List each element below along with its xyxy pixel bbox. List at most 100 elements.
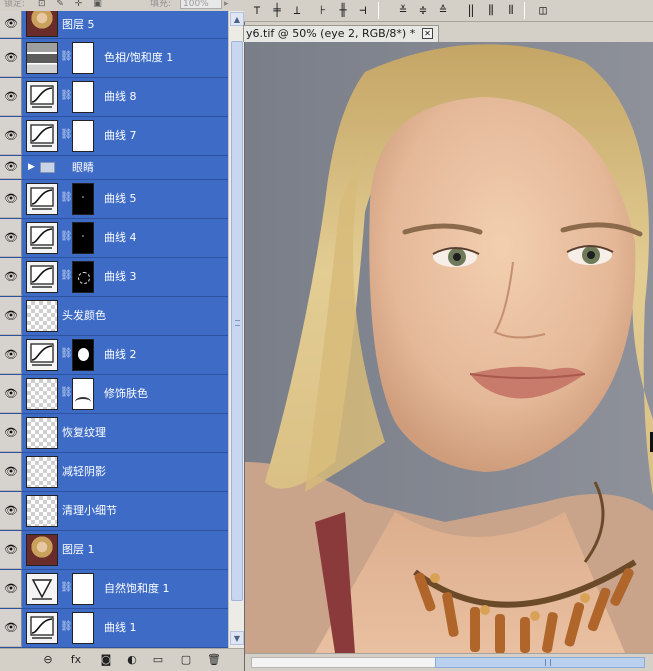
expand-group-icon[interactable]: ▶ (28, 162, 35, 172)
layer-row[interactable]: 👁 ⛓ 曲线 4 (0, 219, 228, 258)
layer-name[interactable]: 修饰肤色 (104, 387, 148, 401)
layer-mask-thumbnail[interactable] (72, 81, 94, 113)
hscroll-thumb[interactable] (435, 657, 645, 668)
adjustment-layer-icon[interactable]: ◐ (124, 652, 140, 668)
mask-link-icon[interactable]: ⛓ (60, 621, 73, 632)
lock-icons[interactable]: ⊡ ✎ ✛ ▣ (38, 0, 106, 9)
visibility-toggle[interactable]: 👁 (0, 11, 22, 38)
layer-name[interactable]: 曲线 2 (104, 348, 137, 362)
visibility-toggle[interactable]: 👁 (0, 117, 22, 155)
distribute-vcenter-icon[interactable]: ≑ (414, 2, 432, 18)
mask-link-icon[interactable]: ⛓ (60, 582, 73, 593)
fx-icon[interactable]: fx (68, 652, 84, 668)
layer-row[interactable]: 👁 减轻阴影 (0, 453, 228, 492)
document-tab[interactable]: y6.tif @ 50% (eye 2, RGB/8*) * ✕ (243, 25, 439, 42)
layer-mask-thumbnail[interactable] (72, 378, 94, 410)
mask-link-icon[interactable]: ⛓ (60, 192, 73, 203)
auto-align-icon[interactable]: ◫ (534, 2, 552, 18)
layer-mask-thumbnail[interactable] (72, 42, 94, 74)
visibility-toggle[interactable]: 👁 (0, 156, 22, 179)
layer-row[interactable]: 👁 ⛓ 曲线 7 (0, 117, 228, 156)
distribute-hcenter-icon[interactable]: ⫼ (482, 2, 500, 18)
layer-thumbnail[interactable] (26, 300, 58, 332)
layer-name[interactable]: 恢复纹理 (62, 426, 106, 440)
scroll-down-icon[interactable]: ▼ (230, 631, 244, 645)
layer-row[interactable]: 👁 头发颜色 (0, 297, 228, 336)
curves-layer-thumbnail[interactable] (26, 120, 58, 152)
hue-saturation-thumbnail[interactable] (26, 42, 58, 74)
layer-mask-thumbnail[interactable] (72, 339, 94, 371)
layer-name[interactable]: 图层 5 (62, 18, 95, 32)
mask-link-icon[interactable]: ⛓ (60, 387, 73, 398)
vibrance-thumbnail[interactable] (26, 573, 58, 605)
new-group-icon[interactable]: ▭ (150, 652, 166, 668)
align-top-edges-icon[interactable]: ⊤ (248, 2, 266, 18)
mask-link-icon[interactable]: ⛓ (60, 129, 73, 140)
distribute-right-icon[interactable]: ⫴ (502, 2, 520, 18)
layer-name[interactable]: 曲线 8 (104, 90, 137, 104)
document-canvas[interactable] (245, 42, 653, 653)
layer-group-row[interactable]: 👁 ▶ 眼睛 (0, 156, 228, 180)
layer-row[interactable]: 👁 图层 5 (0, 11, 228, 39)
layer-row[interactable]: 👁 清理小细节 (0, 492, 228, 531)
photo-layer-thumbnail[interactable] (26, 534, 58, 566)
layer-thumbnail[interactable] (26, 456, 58, 488)
layer-name[interactable]: 曲线 7 (104, 129, 137, 143)
distribute-left-icon[interactable]: ‖ (462, 2, 480, 18)
visibility-toggle[interactable]: 👁 (0, 609, 22, 647)
scroll-thumb[interactable] (231, 41, 243, 601)
mask-link-icon[interactable]: ⛓ (60, 348, 73, 359)
layer-name[interactable]: 曲线 1 (104, 621, 137, 635)
layer-name[interactable]: 减轻阴影 (62, 465, 106, 479)
curves-layer-thumbnail[interactable] (26, 183, 58, 215)
link-layers-icon[interactable]: ⊖ (40, 652, 56, 668)
layer-row[interactable]: 👁 恢复纹理 (0, 414, 228, 453)
close-icon[interactable]: ✕ (422, 28, 433, 39)
layer-name[interactable]: 曲线 3 (104, 270, 137, 284)
layer-row[interactable]: 👁 图层 1 (0, 531, 228, 570)
align-vertical-centers-icon[interactable]: ╪ (268, 2, 286, 18)
layer-thumbnail[interactable] (26, 495, 58, 527)
visibility-toggle[interactable]: 👁 (0, 336, 22, 374)
layer-name[interactable]: 曲线 5 (104, 192, 137, 206)
layer-name[interactable]: 清理小细节 (62, 504, 117, 518)
layer-row[interactable]: 👁 ⛓ 曲线 2 (0, 336, 228, 375)
layer-mask-thumbnail[interactable] (72, 183, 94, 215)
layer-name[interactable]: 眼睛 (72, 161, 94, 175)
layer-row[interactable]: 👁 ⛓ 修饰肤色 (0, 375, 228, 414)
visibility-toggle[interactable]: 👁 (0, 39, 22, 77)
curves-layer-thumbnail[interactable] (26, 222, 58, 254)
document-hscrollbar[interactable] (245, 653, 653, 671)
visibility-toggle[interactable]: 👁 (0, 375, 22, 413)
layer-name[interactable]: 色相/饱和度 1 (104, 51, 173, 65)
visibility-toggle[interactable]: 👁 (0, 297, 22, 335)
distribute-top-icon[interactable]: ≚ (394, 2, 412, 18)
align-horizontal-centers-icon[interactable]: ╫ (334, 2, 352, 18)
visibility-toggle[interactable]: 👁 (0, 414, 22, 452)
layer-name[interactable]: 头发颜色 (62, 309, 106, 323)
layer-name[interactable]: 自然饱和度 1 (104, 582, 170, 596)
layer-thumbnail[interactable] (26, 378, 58, 410)
photo-layer-thumbnail[interactable] (26, 11, 58, 37)
layer-name[interactable]: 图层 1 (62, 543, 95, 557)
layer-name[interactable]: 曲线 4 (104, 231, 137, 245)
mask-link-icon[interactable]: ⛓ (60, 231, 73, 242)
mask-link-icon[interactable]: ⛓ (60, 270, 73, 281)
mask-link-icon[interactable]: ⛓ (60, 90, 73, 101)
layer-mask-thumbnail[interactable] (72, 612, 94, 644)
add-mask-icon[interactable]: ◙ (98, 652, 114, 668)
layers-scrollbar[interactable]: ▲ ▼ (228, 11, 244, 648)
visibility-toggle[interactable]: 👁 (0, 78, 22, 116)
new-layer-icon[interactable]: ▢ (178, 652, 194, 668)
visibility-toggle[interactable]: 👁 (0, 453, 22, 491)
layer-mask-thumbnail[interactable] (72, 261, 94, 293)
layer-row[interactable]: 👁 ⛓ 色相/饱和度 1 (0, 39, 228, 78)
hscroll-track[interactable] (251, 657, 441, 668)
fill-dropdown-icon[interactable]: ▸ (224, 0, 229, 9)
layer-mask-thumbnail[interactable] (72, 573, 94, 605)
visibility-toggle[interactable]: 👁 (0, 531, 22, 569)
visibility-toggle[interactable]: 👁 (0, 492, 22, 530)
layer-mask-thumbnail[interactable] (72, 222, 94, 254)
visibility-toggle[interactable]: 👁 (0, 180, 22, 218)
scroll-up-icon[interactable]: ▲ (230, 12, 244, 26)
